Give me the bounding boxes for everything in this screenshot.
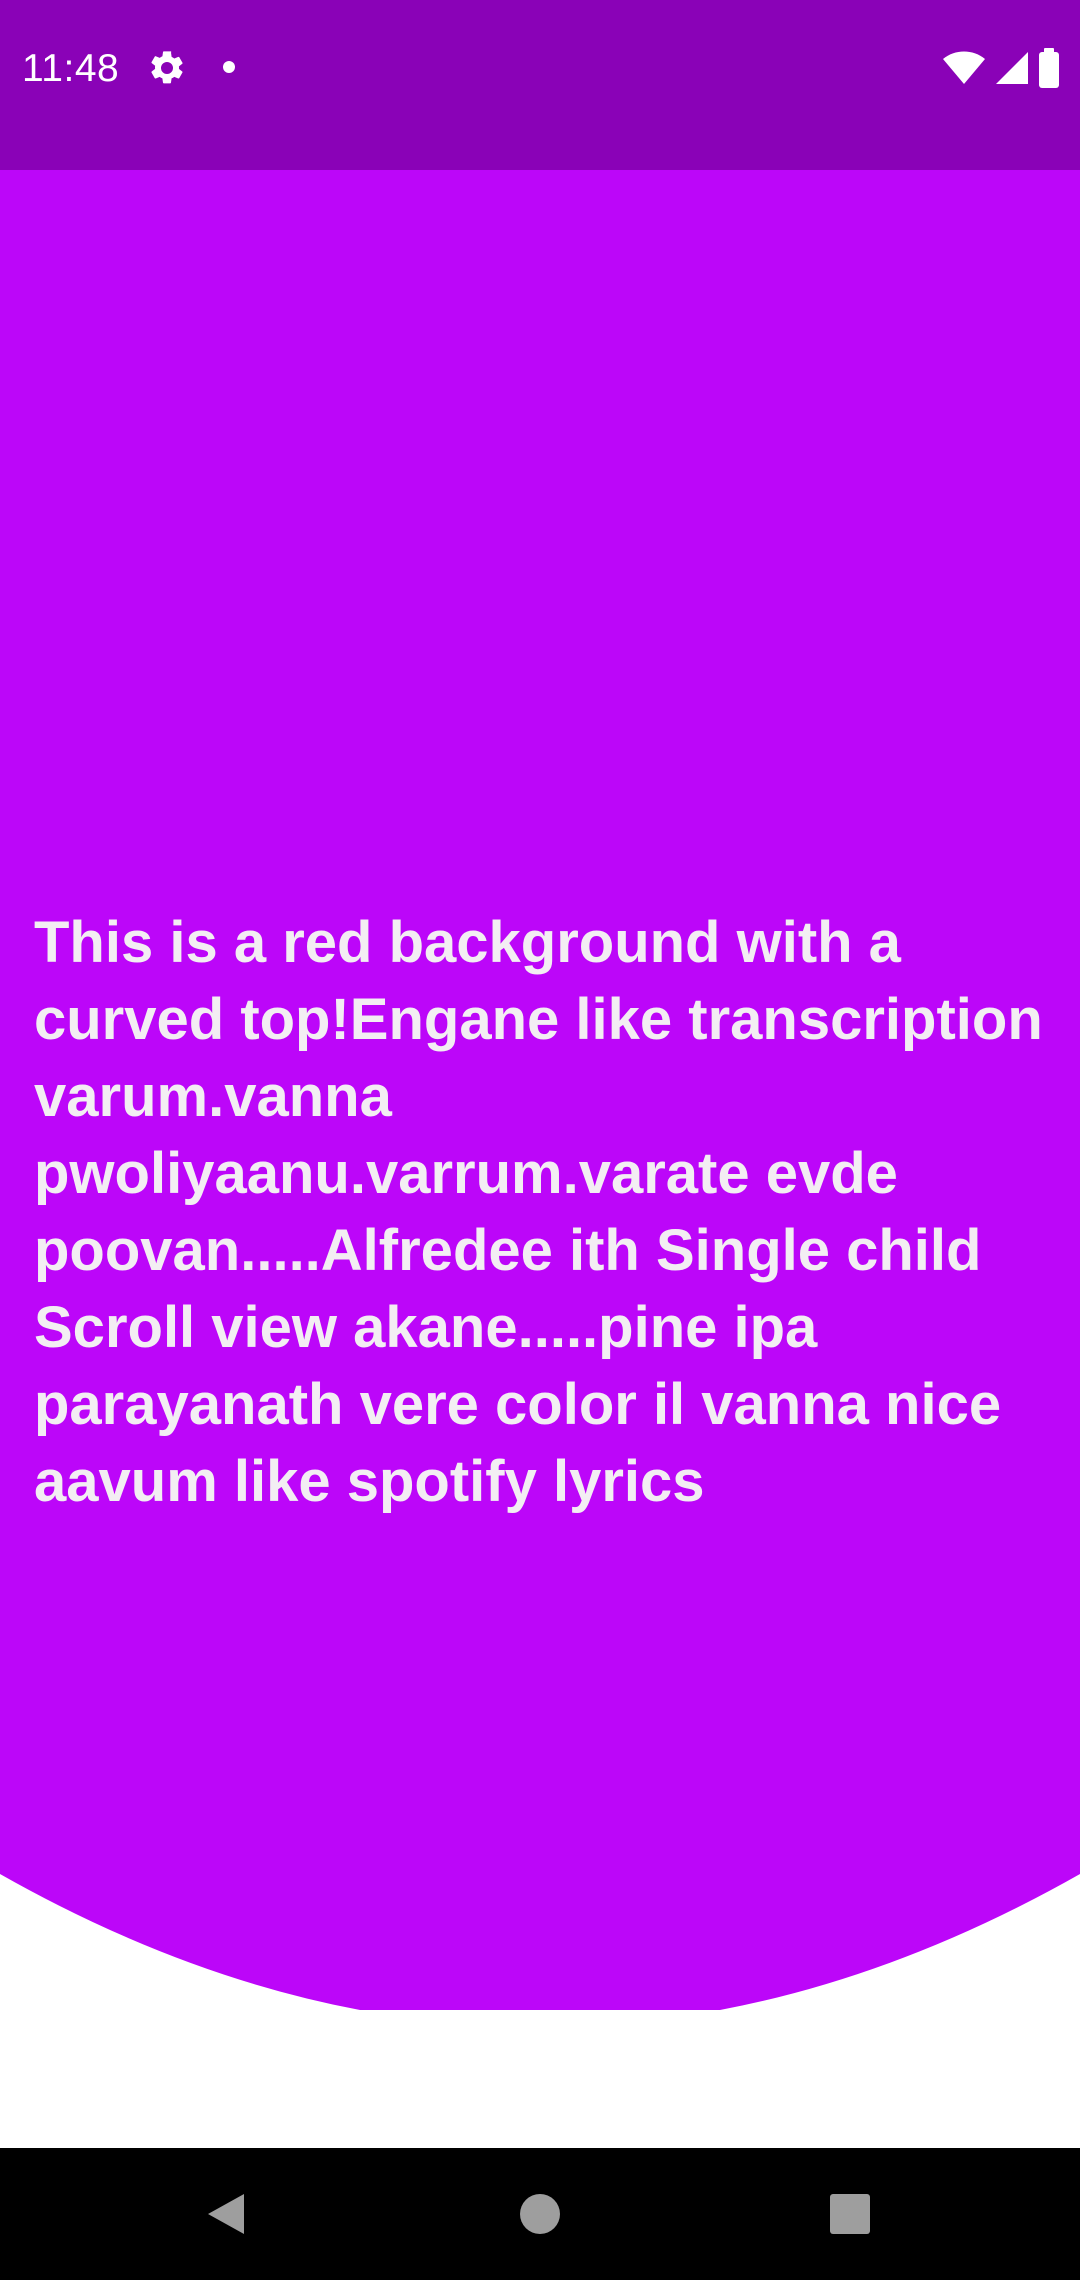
home-button[interactable] <box>508 2182 572 2246</box>
navigation-bar <box>0 2148 1080 2280</box>
gear-icon <box>151 51 183 84</box>
lyrics-text: This is a red background with a curved t… <box>34 910 1043 1514</box>
status-time: 11:48 <box>22 47 120 90</box>
status-bar: 11:48 <box>0 0 1080 170</box>
battery-icon <box>1039 48 1059 88</box>
recents-button[interactable] <box>818 2182 882 2246</box>
back-icon <box>208 2194 244 2234</box>
notification-dot-icon <box>223 61 235 73</box>
app-screen: 11:48 This is a red background with a cu… <box>0 0 1080 2280</box>
signal-icon <box>996 52 1028 84</box>
status-icons <box>942 46 1060 90</box>
recents-icon <box>830 2194 870 2234</box>
back-button[interactable] <box>194 2182 258 2246</box>
content-area[interactable]: This is a red background with a curved t… <box>0 170 1080 2150</box>
wifi-icon <box>943 51 985 84</box>
home-icon <box>520 2194 560 2234</box>
